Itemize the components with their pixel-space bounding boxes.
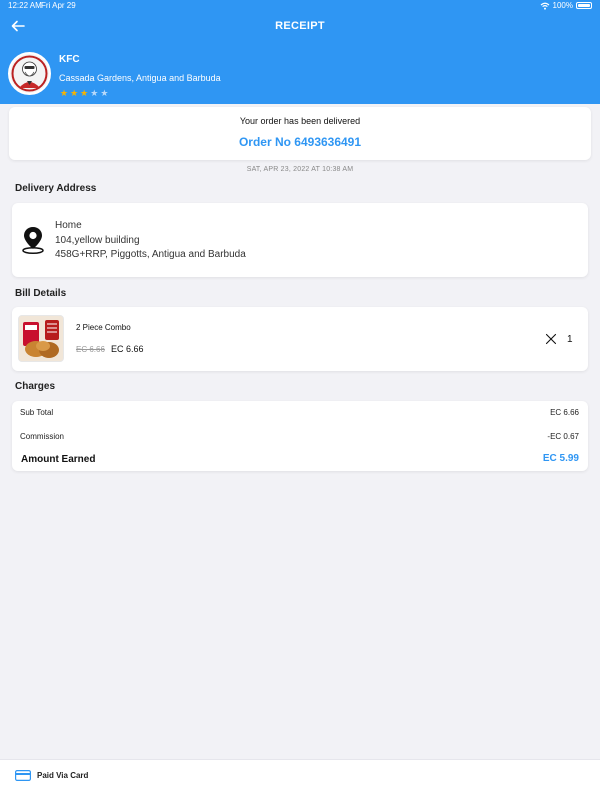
order-number[interactable]: Order No 6493636491 (9, 135, 591, 149)
battery-icon (576, 2, 592, 9)
subtotal-value: EC 6.66 (550, 408, 579, 417)
address-line-1: 104,yellow building (55, 235, 140, 246)
header-bar: 12:22 AM Fri Apr 29 100% RECEIPT KFC Cas… (0, 0, 600, 104)
battery-percent: 100% (552, 1, 573, 10)
store-name: KFC (59, 54, 80, 65)
bill-details-title: Bill Details (15, 288, 67, 299)
item-name: 2 Piece Combo (76, 323, 131, 332)
item-image (18, 315, 64, 362)
address-line-2: 458G+RRP, Piggotts, Antigua and Barbuda (55, 249, 246, 260)
delivery-address-card: Home 104,yellow building 458G+RRP, Piggo… (12, 203, 588, 277)
star-empty-icon: ★ (90, 88, 99, 98)
item-quantity: 1 (567, 334, 573, 345)
charges-card: Sub Total EC 6.66 Commission -EC 0.67 Am… (12, 401, 588, 471)
charges-title: Charges (15, 381, 56, 392)
amount-earned-label: Amount Earned (21, 454, 96, 465)
status-date: Fri Apr 29 (41, 1, 76, 10)
star-filled-icon: ★ (80, 88, 89, 98)
order-status-card: Your order has been delivered Order No 6… (9, 107, 591, 160)
item-original-price: EC 6.66 (76, 345, 105, 354)
commission-value: -EC 0.67 (547, 432, 579, 441)
delivery-address-title: Delivery Address (15, 183, 97, 194)
item-price: EC 6.66 (111, 344, 144, 354)
star-filled-icon: ★ (60, 88, 69, 98)
amount-earned-value: EC 5.99 (542, 453, 579, 464)
address-label: Home (55, 220, 82, 231)
rating-stars: ★ ★ ★ ★ ★ (60, 88, 108, 98)
store-location: Cassada Gardens, Antigua and Barbuda (59, 73, 221, 83)
multiply-icon (545, 333, 557, 345)
page-title: RECEIPT (275, 20, 325, 32)
store-avatar (8, 52, 51, 95)
bill-item-card: 2 Piece Combo EC 6.66 EC 6.66 1 (12, 307, 588, 371)
kfc-logo-icon (10, 54, 49, 93)
order-timestamp: SAT, APR 23, 2022 AT 10:38 AM (246, 166, 354, 173)
subtotal-label: Sub Total (20, 408, 54, 417)
status-bar: 12:22 AM Fri Apr 29 100% (0, 0, 600, 12)
map-pin-icon (22, 227, 44, 255)
chicken-combo-image (19, 316, 63, 361)
delivered-message: Your order has been delivered (239, 116, 361, 126)
status-right: 100% (540, 1, 592, 10)
payment-footer: Paid Via Card (0, 759, 600, 800)
wifi-icon (540, 2, 549, 10)
star-filled-icon: ★ (70, 88, 79, 98)
commission-label: Commission (20, 432, 65, 441)
payment-method-text: Paid Via Card (37, 771, 89, 780)
credit-card-icon (15, 770, 31, 781)
status-time: 12:22 AM (8, 1, 42, 10)
star-empty-icon: ★ (100, 88, 109, 98)
